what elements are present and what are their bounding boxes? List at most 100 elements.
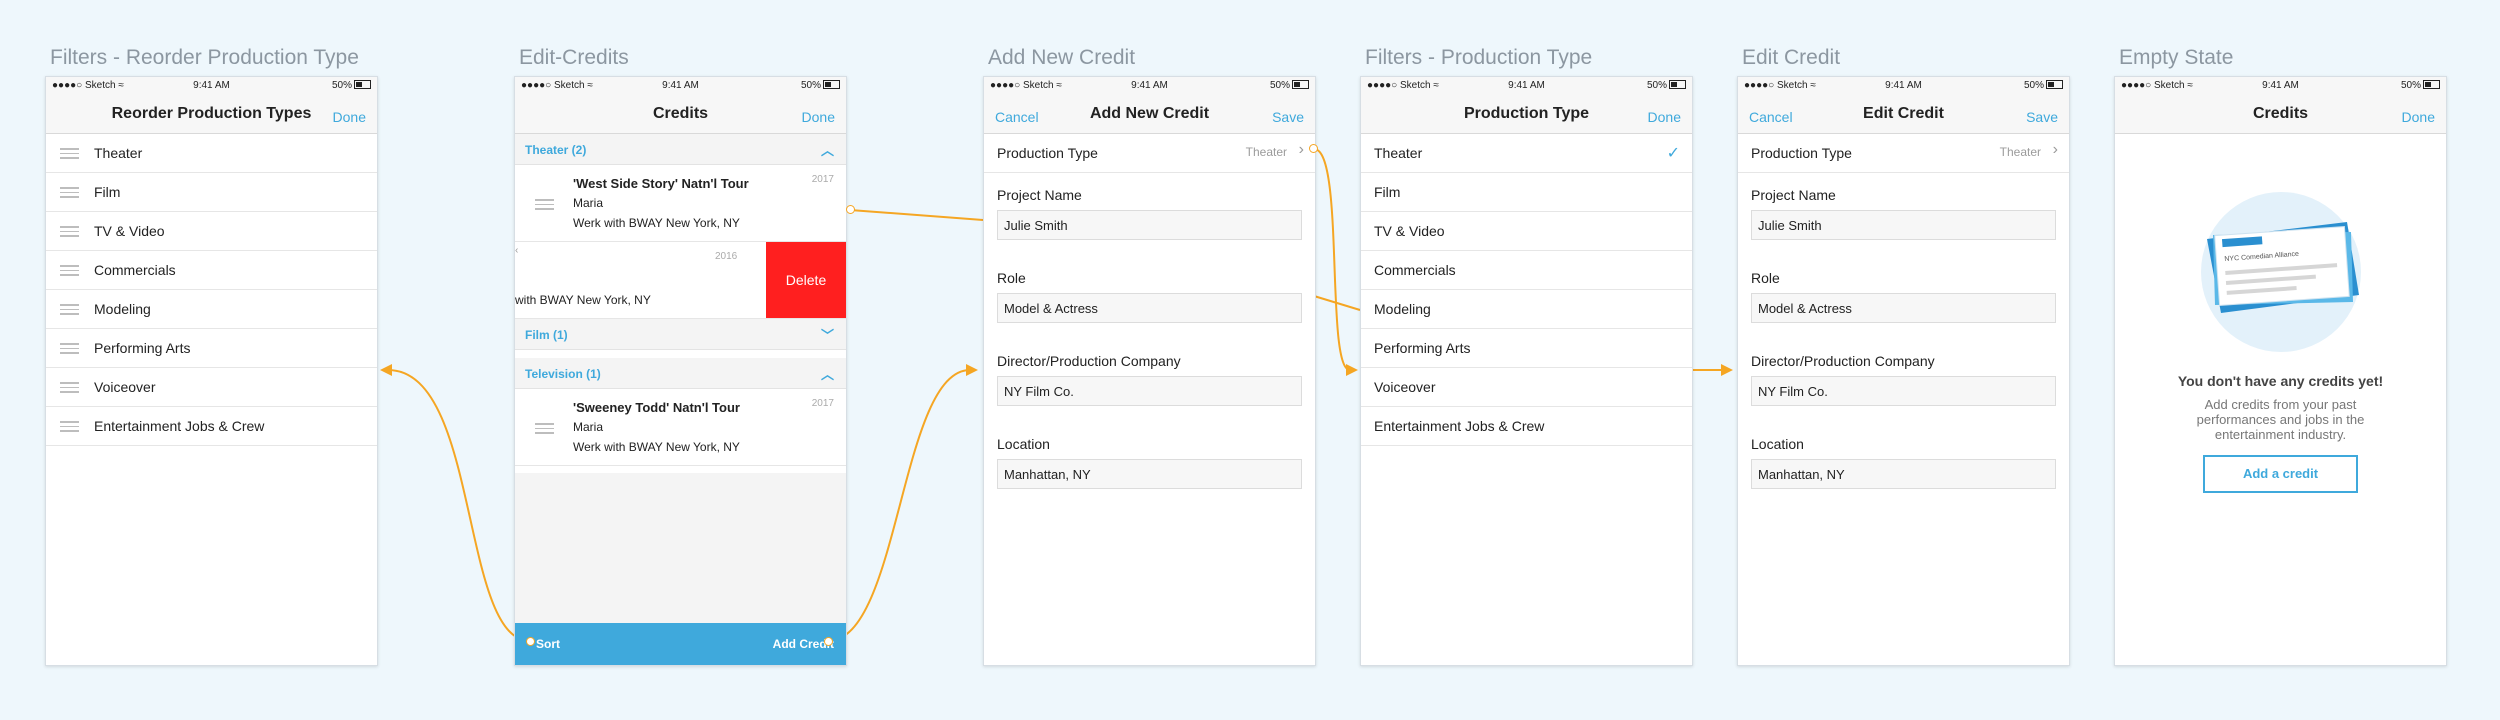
list-item-label: Commercials [94, 262, 176, 278]
delete-button[interactable]: Delete [766, 242, 846, 318]
save-button[interactable]: Save [2026, 109, 2058, 125]
drag-handle-icon[interactable] [60, 265, 79, 279]
text-field[interactable]: NY Film Co. [997, 376, 1302, 406]
list-item[interactable]: Voiceover [1361, 368, 1692, 407]
arrowhead-addcredit [966, 364, 978, 376]
battery-label: 50% [800, 80, 821, 91]
nav-bar: Cancel Edit Credit Save [1738, 95, 2069, 134]
chevron-up-icon[interactable]: ︿ [821, 140, 834, 159]
list-item[interactable]: Theater ✓ [1361, 134, 1692, 173]
drag-handle-icon[interactable] [60, 343, 79, 357]
list-item-label: Theater [94, 145, 143, 161]
list-item[interactable]: Voiceover [46, 368, 377, 407]
nav-title: Reorder Production Types [111, 105, 312, 122]
section-header-theater[interactable]: Theater (2) ︿ [515, 134, 846, 165]
list-item-label: Film [1374, 184, 1401, 200]
list-item[interactable]: Commercials [1361, 251, 1692, 290]
nav-bar: Credits Done [2115, 95, 2446, 134]
drag-handle-icon[interactable] [535, 199, 554, 213]
section-header-film[interactable]: Film (1) ﹀ [515, 319, 846, 350]
text-field[interactable]: NY Film Co. [1751, 376, 2056, 406]
clock: 9:41 AM [193, 80, 230, 91]
drag-handle-icon[interactable] [60, 304, 79, 318]
text-field[interactable]: Julie Smith [997, 210, 1302, 240]
credit-row[interactable]: 'West Side Story' Natn'l Tour Maria Werk… [515, 165, 846, 242]
done-button[interactable]: Done [802, 109, 835, 125]
text-field[interactable]: Model & Actress [1751, 293, 2056, 323]
list-item-label: Film [94, 184, 121, 200]
list-item[interactable]: Film [46, 173, 377, 212]
field-label: Director/Production Company [1751, 353, 1935, 369]
status-bar: ●●●●○ Sketch ≈ 9:41 AM 50% [2115, 77, 2446, 95]
section-header-television[interactable]: Television (1) ︿ [515, 358, 846, 389]
list-item[interactable]: Entertainment Jobs & Crew [1361, 407, 1692, 446]
add-credit-button[interactable]: Add a credit [2203, 455, 2358, 493]
chevron-down-icon[interactable]: ﹀ [821, 325, 834, 344]
list-item-label: Voiceover [1374, 379, 1436, 395]
list-item[interactable]: Entertainment Jobs & Crew [46, 407, 377, 446]
text-field[interactable]: Model & Actress [997, 293, 1302, 323]
battery: 50% [1647, 80, 1686, 91]
list-item-label: Modeling [1374, 301, 1431, 317]
field-label: Director/Production Company [997, 353, 1181, 369]
drag-handle-icon[interactable] [60, 421, 79, 435]
drag-handle-icon[interactable] [60, 187, 79, 201]
list-item[interactable]: TV & Video [1361, 212, 1692, 251]
list-item[interactable]: Performing Arts [46, 329, 377, 368]
connector-credit-to-addcredit [849, 209, 984, 221]
list-item[interactable]: Theater [46, 134, 377, 173]
list-item-label: Entertainment Jobs & Crew [1374, 418, 1545, 434]
section-title: Theater (2) [525, 143, 587, 157]
drag-handle-icon[interactable] [60, 226, 79, 240]
list-item-label: TV & Video [1374, 223, 1445, 239]
battery-label: 50% [2400, 80, 2421, 91]
credit-year: 2017 [811, 174, 834, 185]
drag-handle-icon[interactable] [60, 148, 79, 162]
credit-title: 'Sweeney Todd' Natn'l Tour [573, 400, 740, 415]
list-item[interactable]: Modeling [1361, 290, 1692, 329]
battery-label: 50% [2023, 80, 2044, 91]
text-field[interactable]: Manhattan, NY [1751, 459, 2056, 489]
credit-row[interactable]: 'Sweeney Todd' Natn'l Tour Maria Werk wi… [515, 389, 846, 466]
list-item[interactable]: TV & Video [46, 212, 377, 251]
list-item[interactable]: Commercials [46, 251, 377, 290]
status-bar: ●●●●○ Sketch ≈ 9:41 AM 50% [1738, 77, 2069, 95]
field-value: Manhattan, NY [1758, 467, 1845, 482]
list-item[interactable]: Film [1361, 173, 1692, 212]
drag-handle-icon[interactable] [60, 382, 79, 396]
reorder-list: Theater Film TV & Video Commercials Modeling… [46, 134, 377, 446]
connector-add-to-addcredit [827, 369, 971, 642]
chevron-up-icon[interactable]: ︿ [821, 364, 834, 383]
list-item-label: Modeling [94, 301, 151, 317]
arrowhead-filter [1346, 364, 1358, 376]
status-bar: ●●●●○ Sketch ≈ 9:41 AM 50% [46, 77, 377, 95]
battery-icon [2423, 80, 2440, 89]
save-button[interactable]: Save [1272, 109, 1304, 125]
field-label: Role [1751, 270, 1780, 286]
chevron-right-icon: › [1298, 141, 1304, 158]
list-item-label: Performing Arts [1374, 340, 1471, 356]
done-button[interactable]: Done [1648, 109, 1681, 125]
sort-button[interactable]: Sort [536, 637, 560, 651]
list-item[interactable]: Modeling [46, 290, 377, 329]
field-label: Project Name [997, 187, 1082, 203]
credit-row-swiped[interactable]: ‹ with BWAY New York, NY 2016 Delete [515, 242, 846, 319]
done-button[interactable]: Done [2402, 109, 2435, 125]
battery-icon [823, 80, 840, 89]
production-type-row[interactable]: Production Type Theater › [984, 134, 1315, 173]
drag-handle-icon[interactable] [535, 423, 554, 437]
battery-label: 50% [1269, 80, 1290, 91]
text-field[interactable]: Manhattan, NY [997, 459, 1302, 489]
text-field[interactable]: Julie Smith [1751, 210, 2056, 240]
production-type-row[interactable]: Production Type Theater › [1738, 134, 2069, 173]
section-title: Television (1) [525, 367, 601, 381]
nav-bar: Reorder Production Types Done [46, 95, 377, 134]
list-item[interactable]: Performing Arts [1361, 329, 1692, 368]
done-button[interactable]: Done [333, 109, 366, 125]
connector-node-add [824, 637, 833, 646]
production-type-value: Theater [1999, 145, 2041, 159]
list-item-label: Commercials [1374, 262, 1456, 278]
connector-node-prodtype [1309, 144, 1318, 153]
checkmark-icon: ✓ [1666, 145, 1680, 162]
